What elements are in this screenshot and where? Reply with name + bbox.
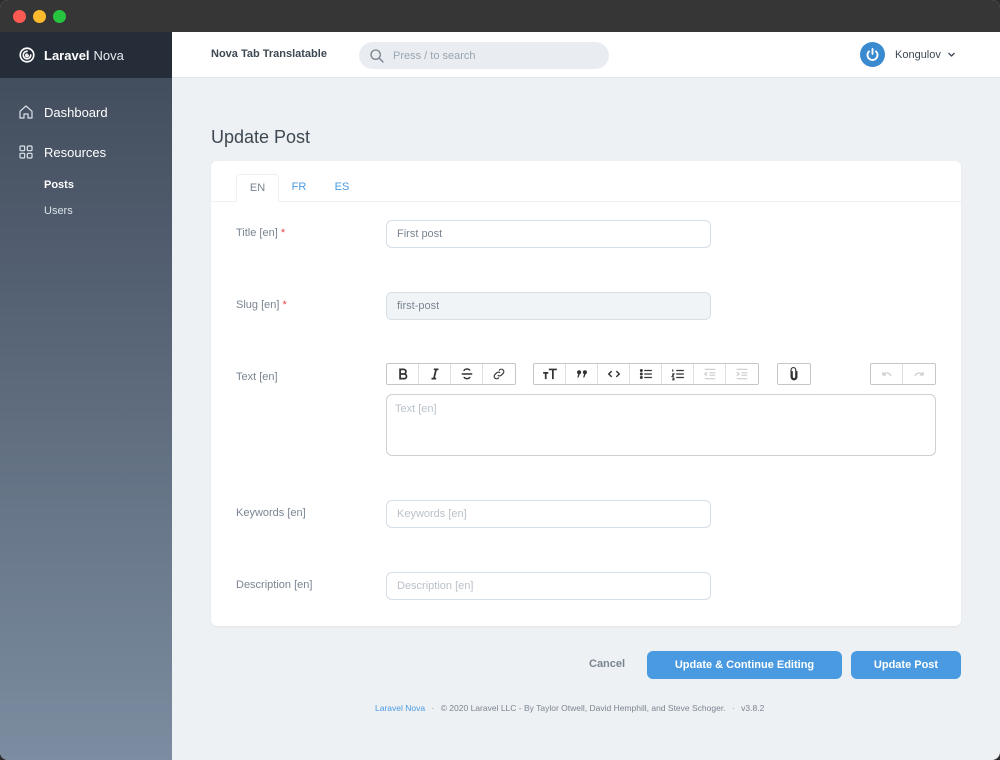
- sidebar-item-resources[interactable]: Resources: [0, 142, 172, 162]
- text-label: Text [en]: [236, 371, 278, 383]
- user-name: Kongulov: [895, 48, 941, 61]
- footer-link[interactable]: Laravel Nova: [375, 703, 425, 713]
- attach-button[interactable]: [778, 364, 810, 384]
- brand-name-light: Nova: [93, 47, 124, 63]
- app-window: Laravel Nova Dashboard Resources Posts U…: [0, 0, 1000, 760]
- nova-swirl-icon: [19, 47, 35, 63]
- code-button[interactable]: [598, 364, 630, 384]
- form-card: EN FR ES Title [en] * First post Slug [e…: [211, 161, 961, 626]
- paperclip-icon: [790, 367, 798, 381]
- home-icon: [19, 105, 33, 119]
- title-label-text: Title [en]: [236, 227, 278, 239]
- minimize-window-button[interactable]: [33, 10, 46, 23]
- footer-separator: ·: [431, 703, 435, 713]
- user-menu[interactable]: Kongulov: [860, 42, 956, 67]
- update-continue-button[interactable]: Update & Continue Editing: [647, 651, 842, 679]
- close-window-button[interactable]: [13, 10, 26, 23]
- sidebar-item-label: Dashboard: [44, 104, 108, 120]
- footer-version: v3.8.2: [741, 703, 765, 713]
- heading-button[interactable]: [534, 364, 566, 384]
- page-title: Update Post: [211, 127, 311, 147]
- numbered-list-icon: [670, 369, 684, 381]
- history-toolbar: [870, 363, 936, 385]
- strikethrough-icon: [461, 368, 472, 380]
- brand-name-bold: Laravel: [44, 47, 90, 63]
- sidebar: Laravel Nova Dashboard Resources Posts U…: [0, 32, 172, 760]
- redo-button[interactable]: [903, 364, 935, 384]
- undo-icon: [881, 372, 892, 377]
- slug-label-text: Slug [en]: [236, 299, 280, 311]
- bullet-list-button[interactable]: [630, 364, 662, 384]
- keywords-input[interactable]: Keywords [en]: [386, 500, 711, 528]
- sidebar-item-users[interactable]: Users: [0, 202, 172, 220]
- quote-button[interactable]: [566, 364, 598, 384]
- sidebar-item-posts[interactable]: Posts: [0, 176, 172, 194]
- power-icon: [866, 47, 879, 61]
- keywords-label: Keywords [en]: [236, 507, 306, 519]
- bullet-list-icon: [639, 369, 652, 379]
- italic-button[interactable]: [419, 364, 451, 384]
- footer-copyright: © 2020 Laravel LLC - By Taylor Otwell, D…: [440, 703, 726, 713]
- top-header: Nova Tab Translatable Press / to search …: [172, 32, 1000, 78]
- search-icon: [370, 48, 384, 63]
- strikethrough-button[interactable]: [451, 364, 483, 384]
- description-label: Description [en]: [236, 579, 313, 591]
- title-label: Title [en] *: [236, 227, 285, 239]
- text-format-toolbar: [386, 363, 516, 385]
- tab-es[interactable]: ES: [330, 174, 354, 202]
- title-bar: [0, 0, 1000, 32]
- bold-button[interactable]: [387, 364, 419, 384]
- link-icon: [493, 368, 505, 380]
- language-tabs: EN FR ES: [211, 161, 961, 202]
- link-button[interactable]: [483, 364, 515, 384]
- undo-button[interactable]: [871, 364, 903, 384]
- decrease-indent-button[interactable]: [694, 364, 726, 384]
- tab-en[interactable]: EN: [236, 174, 279, 202]
- brand-logo[interactable]: Laravel Nova: [0, 32, 172, 78]
- zoom-window-button[interactable]: [53, 10, 66, 23]
- footer: Laravel Nova · © 2020 Laravel LLC - By T…: [375, 703, 764, 713]
- decrease-indent-icon: [703, 368, 715, 380]
- update-post-button[interactable]: Update Post: [851, 651, 961, 679]
- quote-icon: [576, 370, 587, 378]
- redo-icon: [914, 372, 924, 377]
- increase-indent-icon: [736, 368, 748, 380]
- block-format-toolbar: [533, 363, 759, 385]
- sidebar-item-dashboard[interactable]: Dashboard: [0, 102, 172, 122]
- required-marker: *: [280, 227, 286, 239]
- tab-fr[interactable]: FR: [287, 174, 311, 202]
- code-icon: [607, 370, 620, 378]
- text-editor[interactable]: Text [en]: [386, 394, 936, 456]
- chevron-down-icon: [948, 52, 955, 57]
- attach-toolbar: [777, 363, 811, 385]
- numbered-list-button[interactable]: [662, 364, 694, 384]
- search-input[interactable]: Press / to search: [359, 42, 609, 69]
- required-marker: *: [282, 299, 287, 311]
- increase-indent-button[interactable]: [726, 364, 758, 384]
- avatar: [860, 42, 885, 67]
- slug-input[interactable]: first-post: [386, 292, 711, 320]
- app-title: Nova Tab Translatable: [211, 48, 327, 60]
- heading-icon: [542, 368, 557, 380]
- grid-icon: [19, 145, 33, 159]
- footer-separator: ·: [731, 703, 735, 713]
- title-input[interactable]: First post: [386, 220, 711, 248]
- description-input[interactable]: Description [en]: [386, 572, 711, 600]
- italic-icon: [431, 368, 438, 380]
- sidebar-item-label: Resources: [44, 144, 107, 160]
- slug-label: Slug [en] *: [236, 299, 287, 311]
- search-placeholder: Press / to search: [393, 49, 476, 62]
- bold-icon: [398, 368, 407, 380]
- cancel-button[interactable]: Cancel: [589, 658, 625, 670]
